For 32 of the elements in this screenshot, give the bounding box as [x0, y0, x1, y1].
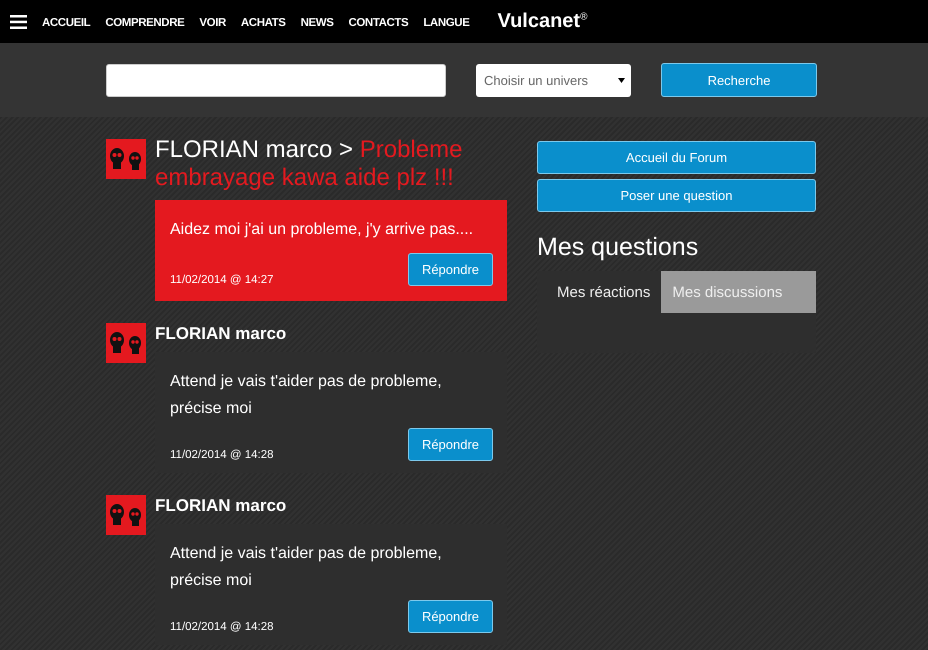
nav-link[interactable]: CONTACTS	[348, 16, 408, 28]
reply-button[interactable]: Répondre	[408, 600, 493, 633]
section-heading: Mes questions	[537, 233, 700, 262]
menu-icon[interactable]	[10, 14, 27, 28]
search-button[interactable]: Recherche	[661, 63, 817, 97]
post-author: FLORIAN marco	[155, 496, 288, 516]
tab[interactable]: Mes réactions	[537, 271, 662, 313]
post-date: 11/02/2014 @ 14:28	[170, 621, 274, 633]
avatar-icon	[106, 495, 146, 535]
forum-button[interactable]: Poser une question	[537, 179, 816, 212]
post-date: 11/02/2014 @ 14:27	[170, 274, 274, 286]
nav-link[interactable]: VOIR	[199, 16, 226, 28]
post-author: FLORIAN marco	[155, 324, 288, 344]
reply-button[interactable]: Répondre	[408, 253, 493, 286]
universe-dropdown[interactable]: Choisir un univers	[476, 64, 631, 96]
nav-link[interactable]: ACCUEIL	[42, 16, 90, 28]
search-field[interactable]	[106, 64, 446, 96]
post-message: Attend je vais t'aider pas de probleme, précise moi	[170, 544, 443, 591]
post-message: Aidez moi j'ai un probleme, j'y arrive pas....	[170, 220, 474, 240]
post-title: FLORIAN marco > Probleme embrayage kawa aide plz !!!	[155, 136, 464, 192]
avatar-icon	[106, 323, 146, 363]
post-date: 11/02/2014 @ 14:28	[170, 449, 274, 461]
avatar-icon	[106, 139, 146, 179]
caret-icon	[618, 78, 625, 82]
nav-link[interactable]: ACHATS	[240, 16, 286, 28]
forum-button[interactable]: Accueil du Forum	[537, 141, 816, 174]
site-logo: Vulcanet$^{®}$	[497, 10, 588, 33]
nav-link[interactable]: NEWS	[300, 16, 334, 28]
nav-link[interactable]: LANGUE	[423, 16, 470, 28]
post-message: Attend je vais t'aider pas de probleme, précise moi	[170, 372, 443, 419]
reply-button[interactable]: Répondre	[408, 428, 493, 461]
nav-link[interactable]: COMPRENDRE	[105, 16, 184, 28]
